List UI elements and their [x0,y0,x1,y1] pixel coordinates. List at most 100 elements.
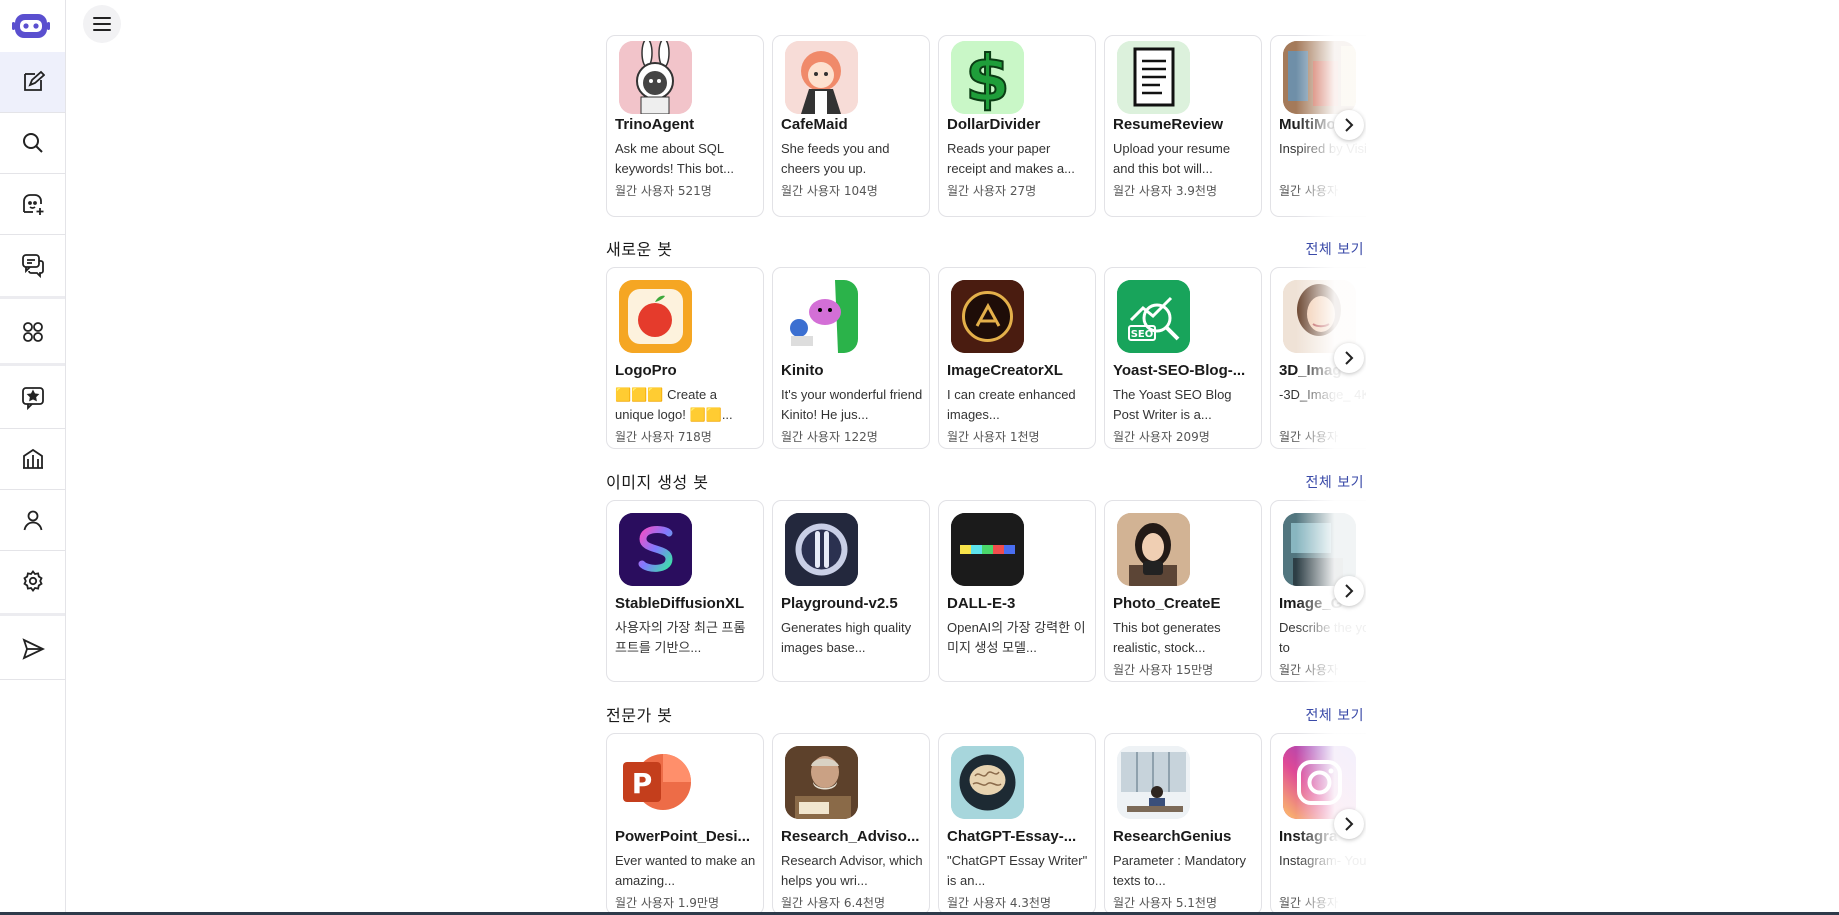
bot-card[interactable]: ResumeReview Upload your resume and this… [1104,35,1262,217]
see-all-link[interactable]: 전체 보기 [1306,472,1364,492]
bot-monthly-users: 월간 사용자 1천명 [947,430,1040,444]
bot-avatar [619,41,692,114]
bot-description: Parameter : Mandatory texts to... [1113,853,1246,888]
chevron-right-icon [1345,817,1354,831]
bot-name: TrinoAgent [615,116,695,133]
bot-description: Generates high quality images base... [781,620,912,655]
poe-robot-logo[interactable] [12,11,50,43]
bot-monthly-users: 월간 사용자 27명 [947,184,1037,198]
bot-name: Playground-v2.5 [781,595,898,612]
bot-monthly-users: 월간 사용자 5.1천명 [1113,896,1217,910]
bot-card[interactable]: Research_Adviso... Research Advisor, whi… [772,733,930,912]
hamburger-icon [93,17,111,31]
bot-avatar [785,513,858,586]
bot-description: The Yoast SEO Blog Post Writer is a... [1113,387,1232,422]
create-bot-icon[interactable] [0,174,65,234]
bot-avatar: SEO [1117,280,1190,353]
bot-avatar [619,513,692,586]
bot-name: LogoPro [615,362,677,379]
chats-icon[interactable] [0,235,65,295]
bot-card[interactable]: Playground-v2.5 Generates high quality i… [772,500,930,682]
featured-icon[interactable] [0,368,65,428]
bot-name: Photo_CreateE [1113,595,1221,612]
bot-card[interactable]: SEO Yoast-SEO-Blog-... The Yoast SEO Blo… [1104,267,1262,449]
bot-avatar [951,280,1024,353]
bot-avatar [951,746,1024,819]
bot-description: Ask me about SQL keywords! This bot... [615,141,734,176]
svg-text:P: P [632,767,653,800]
bot-card[interactable]: $ DollarDivider Reads your paper receipt… [938,35,1096,217]
bot-name: ChatGPT-Essay-... [947,828,1077,845]
bot-description: It's your wonderful friend Kinito! He ju… [781,387,923,422]
library-icon[interactable] [0,429,65,489]
bot-monthly-users: 월간 사용자 718명 [615,430,712,444]
bot-description: Reads your paper receipt and makes a... [947,141,1075,176]
bot-card[interactable]: P PowerPoint_Desi... Ever wanted to make… [606,733,764,912]
bot-avatar [1117,746,1190,819]
bot-card[interactable]: ImageCreatorXL I can create enhanced ima… [938,267,1096,449]
bot-name: Yoast-SEO-Blog-... [1113,362,1246,379]
bot-monthly-users: 월간 사용자 104명 [781,184,878,198]
carousel-next-button[interactable] [1334,809,1364,839]
bot-avatar [785,746,858,819]
search-icon[interactable] [0,113,65,173]
bot-carousel: StableDiffusionXL 사용자의 가장 최근 프롬프트를 기반으..… [606,500,1366,682]
bot-description: I can create enhanced images... [947,387,1076,422]
bot-name: ResumeReview [1113,116,1224,133]
bot-name: StableDiffusionXL [615,595,745,612]
svg-text:$: $ [965,43,1010,114]
bot-monthly-users: 월간 사용자 6.4천명 [781,896,885,910]
bot-monthly-users: 월간 사용자 521명 [615,184,712,198]
bot-card[interactable]: ResearchGenius Parameter : Mandatory tex… [1104,733,1262,912]
bot-name: ImageCreatorXL [947,362,1063,379]
bot-monthly-users: 월간 사용자 209명 [1113,430,1210,444]
hamburger-menu-button[interactable] [83,5,121,43]
profile-icon[interactable] [0,490,65,550]
bot-card[interactable]: LogoPro 🟨🟨🟨 Create a unique logo! 🟨🟨... … [606,267,764,449]
bot-name: CafeMaid [781,116,848,133]
bot-card[interactable]: CafeMaid She feeds you and cheers you up… [772,35,930,217]
section-title: 전문가 봇 [606,706,673,725]
bot-name: ResearchGenius [1113,828,1232,845]
svg-text:SEO: SEO [1131,329,1154,340]
bot-name: DALL-E-3 [947,595,1016,612]
bot-card[interactable]: StableDiffusionXL 사용자의 가장 최근 프롬프트를 기반으..… [606,500,764,682]
bot-avatar: P [619,746,692,819]
bot-description: OpenAI의 가장 강력한 이미지 생성 모델... [947,620,1086,655]
bot-monthly-users: 월간 사용자 3.9천명 [1113,184,1217,198]
carousel-next-button[interactable] [1334,110,1364,140]
bot-carousel: P PowerPoint_Desi... Ever wanted to make… [606,733,1366,912]
bot-avatar [951,513,1024,586]
bot-card[interactable]: Photo_CreateE This bot generates realist… [1104,500,1262,682]
bot-avatar [1117,41,1190,114]
send-feedback-icon[interactable] [0,619,65,679]
bot-description: Ever wanted to make an amazing... [615,853,756,888]
explore-icon[interactable] [0,302,65,362]
bot-card[interactable]: ChatGPT-Essay-... "ChatGPT Essay Writer"… [938,733,1096,912]
bot-avatar [1117,513,1190,586]
bot-name: DollarDivider [947,116,1041,133]
bot-carousel: TrinoAgent Ask me about SQL keywords! Th… [606,35,1366,217]
bot-monthly-users: 월간 사용자 15만명 [1113,663,1214,677]
bot-carousel: LogoPro 🟨🟨🟨 Create a unique logo! 🟨🟨... … [606,267,1366,449]
bot-name: PowerPoint_Desi... [615,828,751,845]
bot-monthly-users: 월간 사용자 4.3천명 [947,896,1051,910]
bot-card[interactable]: DALL-E-3 OpenAI의 가장 강력한 이미지 생성 모델... [938,500,1096,682]
bot-description: 🟨🟨🟨 Create a unique logo! 🟨🟨... [615,387,733,422]
section-title: 새로운 봇 [606,240,673,259]
bot-avatar: $ [951,41,1024,114]
bot-description: 사용자의 가장 최근 프롬프트를 기반으... [615,620,746,655]
new-chat-icon[interactable] [0,52,65,112]
carousel-next-button[interactable] [1334,343,1364,373]
bot-card[interactable]: Kinito It's your wonderful friend Kinito… [772,267,930,449]
see-all-link[interactable]: 전체 보기 [1306,239,1364,259]
explore-feed: TrinoAgent Ask me about SQL keywords! Th… [606,0,1366,915]
settings-icon[interactable] [0,551,65,611]
bot-card[interactable]: TrinoAgent Ask me about SQL keywords! Th… [606,35,764,217]
bot-description: Upload your resume and this bot will... [1113,141,1231,176]
see-all-link[interactable]: 전체 보기 [1306,705,1364,725]
chevron-right-icon [1345,351,1354,365]
bot-avatar [785,41,858,114]
bot-name: Kinito [781,362,824,379]
carousel-next-button[interactable] [1334,576,1364,606]
